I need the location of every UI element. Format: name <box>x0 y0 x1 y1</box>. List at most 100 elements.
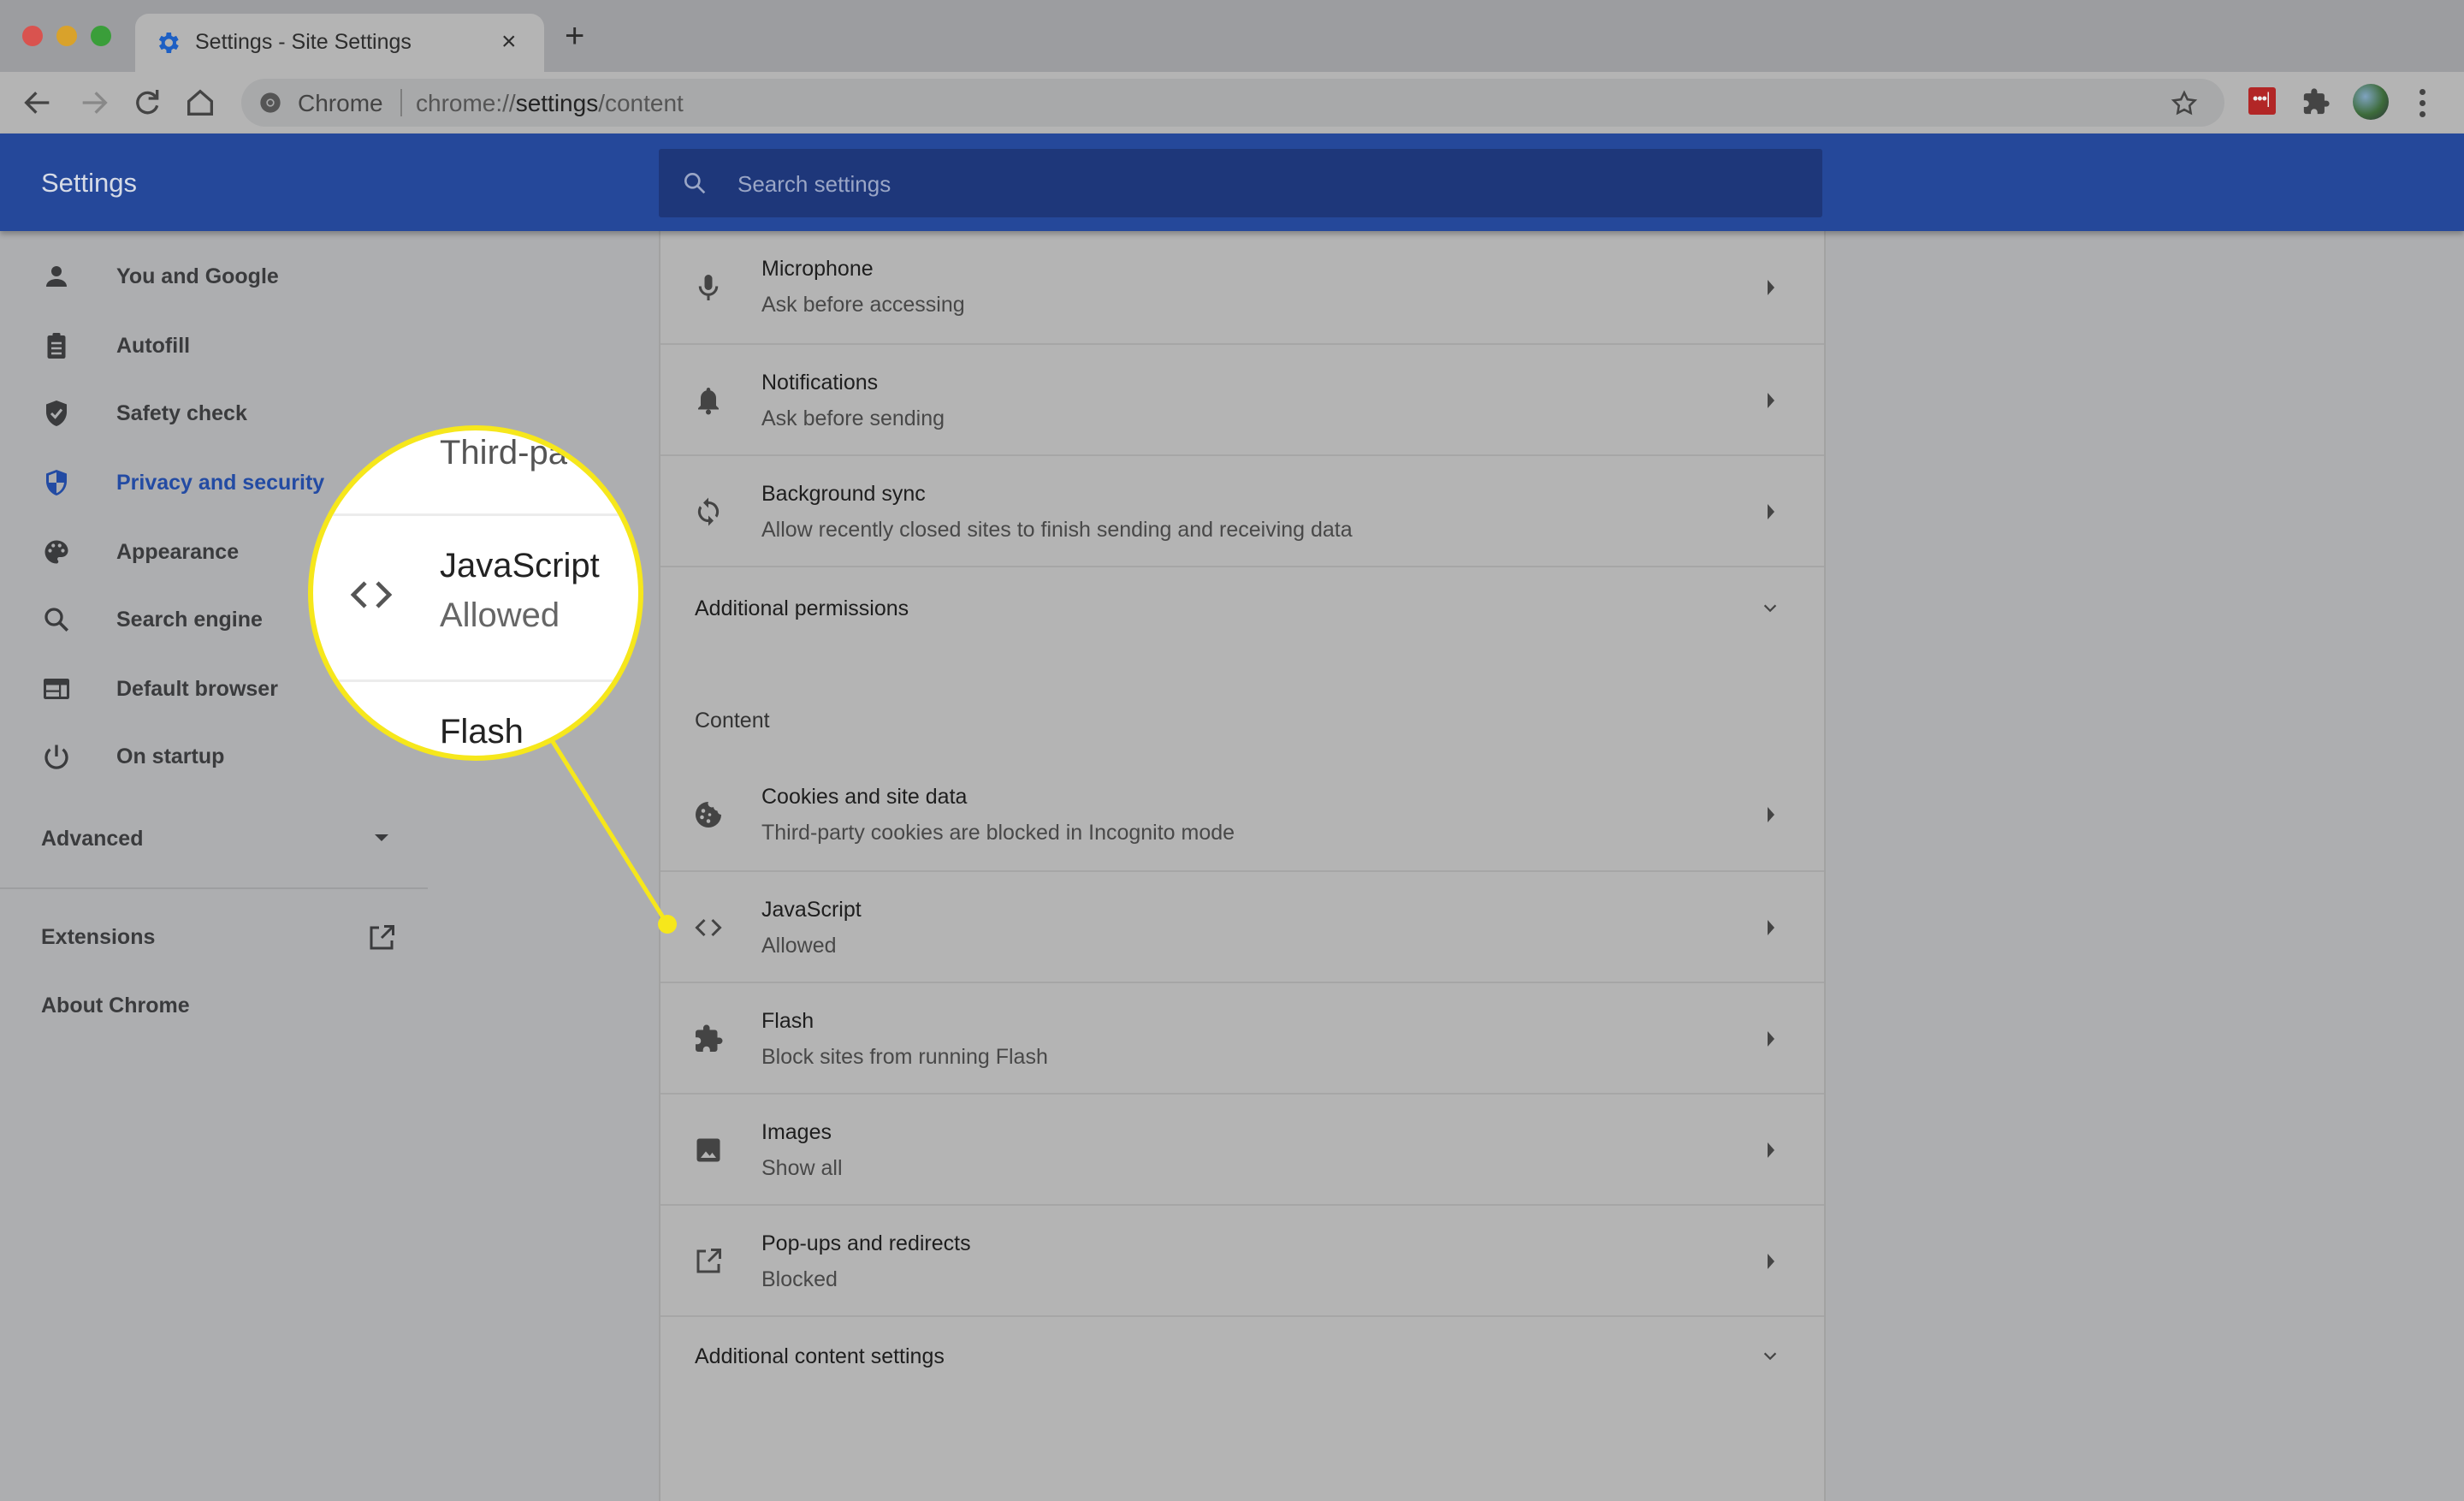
row-title: Pop-ups and redirects <box>761 1231 971 1255</box>
row-subtitle: Allow recently closed sites to finish se… <box>761 518 1353 542</box>
cookie-icon <box>696 802 721 828</box>
magnifier-title: JavaScript <box>440 547 600 584</box>
shield-half-icon <box>46 470 67 495</box>
row-subtitle: Show all <box>761 1156 843 1180</box>
bell-icon <box>698 388 719 415</box>
palette-icon <box>44 540 68 564</box>
chevron-down-icon <box>1763 604 1777 613</box>
tab-title: Settings - Site Settings <box>195 30 412 54</box>
tab-strip: Settings - Site Settings × + <box>0 0 2464 74</box>
row-title: Background sync <box>761 482 926 506</box>
row-title: JavaScript <box>761 898 862 922</box>
sidebar-item-extensions[interactable]: Extensions <box>0 907 411 967</box>
arrow-right-icon <box>1768 280 1774 295</box>
caret-down-icon <box>375 834 388 841</box>
content-row-cookies[interactable]: Cookies and site data Third-party cookie… <box>660 759 1824 870</box>
sidebar-item-autofill[interactable]: Autofill <box>0 316 411 376</box>
sidebar-item-label: Search engine <box>116 608 263 632</box>
magnifier-callout: Third-pa JavaScript Allowed Flash <box>308 425 643 761</box>
sidebar-item-label: Default browser <box>116 677 278 701</box>
sidebar-item-safety-check[interactable]: Safety check <box>0 383 411 443</box>
microphone-icon <box>698 275 719 300</box>
sidebar: You and Google Autofill Safety check Pri… <box>0 231 428 1501</box>
profile-avatar[interactable] <box>2353 84 2389 120</box>
lastpass-extension-icon[interactable]: •••| <box>2248 87 2276 115</box>
window-zoom-button[interactable] <box>91 26 111 46</box>
menu-kebab-icon[interactable] <box>2420 89 2426 118</box>
additional-permissions-label: Additional permissions <box>695 596 909 620</box>
arrow-right-icon <box>1768 807 1774 822</box>
magnifier-top-text: Third-pa <box>440 434 567 472</box>
magnifier-bottom-text: Flash <box>440 713 524 750</box>
additional-permissions-toggle[interactable]: Additional permissions <box>660 566 1824 653</box>
omnibox[interactable]: Chrome chrome://settings/content <box>241 79 2224 127</box>
permission-row-microphone[interactable]: Microphone Ask before accessing <box>660 231 1824 342</box>
window-close-button[interactable] <box>22 26 43 46</box>
gear-icon <box>158 33 179 53</box>
content-row-javascript[interactable]: JavaScript Allowed <box>660 870 1824 983</box>
url-host: settings <box>515 90 599 116</box>
code-icon <box>695 918 722 937</box>
sidebar-item-label: Autofill <box>116 334 191 358</box>
bookmark-star-icon[interactable] <box>2170 89 2199 118</box>
content-section-heading: Content <box>695 709 770 733</box>
extensions-puzzle-icon[interactable] <box>2301 87 2331 116</box>
search-box[interactable] <box>659 149 1822 219</box>
row-subtitle: Ask before accessing <box>761 293 965 317</box>
code-icon <box>350 581 393 608</box>
url-path: /content <box>598 90 684 116</box>
home-button[interactable] <box>183 86 217 120</box>
permission-row-background-sync[interactable]: Background sync Allow recently closed si… <box>660 454 1824 567</box>
search-icon <box>684 173 706 194</box>
advanced-label: Advanced <box>41 827 144 851</box>
about-chrome-label: About Chrome <box>41 994 190 1017</box>
open-in-new-icon <box>370 925 394 950</box>
window-minimize-button[interactable] <box>56 26 77 46</box>
forward-button[interactable] <box>77 86 111 120</box>
sync-icon <box>697 497 720 526</box>
puzzle-icon <box>696 1024 723 1052</box>
search-input[interactable] <box>736 149 1766 219</box>
clipboard-icon <box>47 333 66 359</box>
url-prefix: chrome:// <box>416 90 516 116</box>
content-row-flash[interactable]: Flash Block sites from running Flash <box>660 982 1824 1095</box>
close-tab-button[interactable]: × <box>501 27 517 56</box>
omnibox-url[interactable]: chrome://settings/content <box>416 90 684 117</box>
sidebar-advanced-toggle[interactable]: Advanced <box>0 809 411 869</box>
arrow-right-icon <box>1768 1031 1774 1047</box>
row-title: Cookies and site data <box>761 785 968 809</box>
magnifier-divider <box>313 513 638 516</box>
chevron-down-icon <box>1763 1352 1777 1361</box>
callout-line <box>545 732 670 926</box>
row-title: Images <box>761 1120 832 1144</box>
arrow-right-icon <box>1768 393 1774 408</box>
arrow-right-icon <box>1768 504 1774 519</box>
content-row-popups[interactable]: Pop-ups and redirects Blocked <box>660 1204 1824 1317</box>
tab-settings[interactable]: Settings - Site Settings × <box>135 14 544 74</box>
row-subtitle: Block sites from running Flash <box>761 1045 1048 1069</box>
sidebar-item-label: Appearance <box>116 540 240 564</box>
chrome-icon <box>260 92 281 113</box>
sidebar-item-on-startup[interactable]: On startup <box>0 727 411 786</box>
sidebar-item-label: You and Google <box>116 264 279 288</box>
row-title: Flash <box>761 1009 814 1033</box>
sidebar-item-you-and-google[interactable]: You and Google <box>0 246 411 306</box>
reload-button[interactable] <box>130 86 164 120</box>
power-icon <box>44 745 68 769</box>
extensions-label: Extensions <box>41 925 156 949</box>
back-button[interactable] <box>21 86 55 120</box>
additional-content-settings-toggle[interactable]: Additional content settings <box>660 1315 1824 1403</box>
magnifier-subtitle: Allowed <box>440 596 560 634</box>
arrow-right-icon <box>1768 1142 1774 1158</box>
row-title: Microphone <box>761 257 874 281</box>
person-icon <box>46 266 67 287</box>
content-row-images[interactable]: Images Show all <box>660 1093 1824 1206</box>
new-tab-button[interactable]: + <box>565 19 584 53</box>
row-subtitle: Allowed <box>761 934 837 958</box>
sidebar-item-about-chrome[interactable]: About Chrome <box>0 976 411 1035</box>
omnibox-separator <box>400 89 402 116</box>
permission-row-notifications[interactable]: Notifications Ask before sending <box>660 343 1824 456</box>
row-title: Notifications <box>761 371 879 395</box>
arrow-right-icon <box>1768 1254 1774 1269</box>
settings-header: Settings <box>0 133 2464 231</box>
